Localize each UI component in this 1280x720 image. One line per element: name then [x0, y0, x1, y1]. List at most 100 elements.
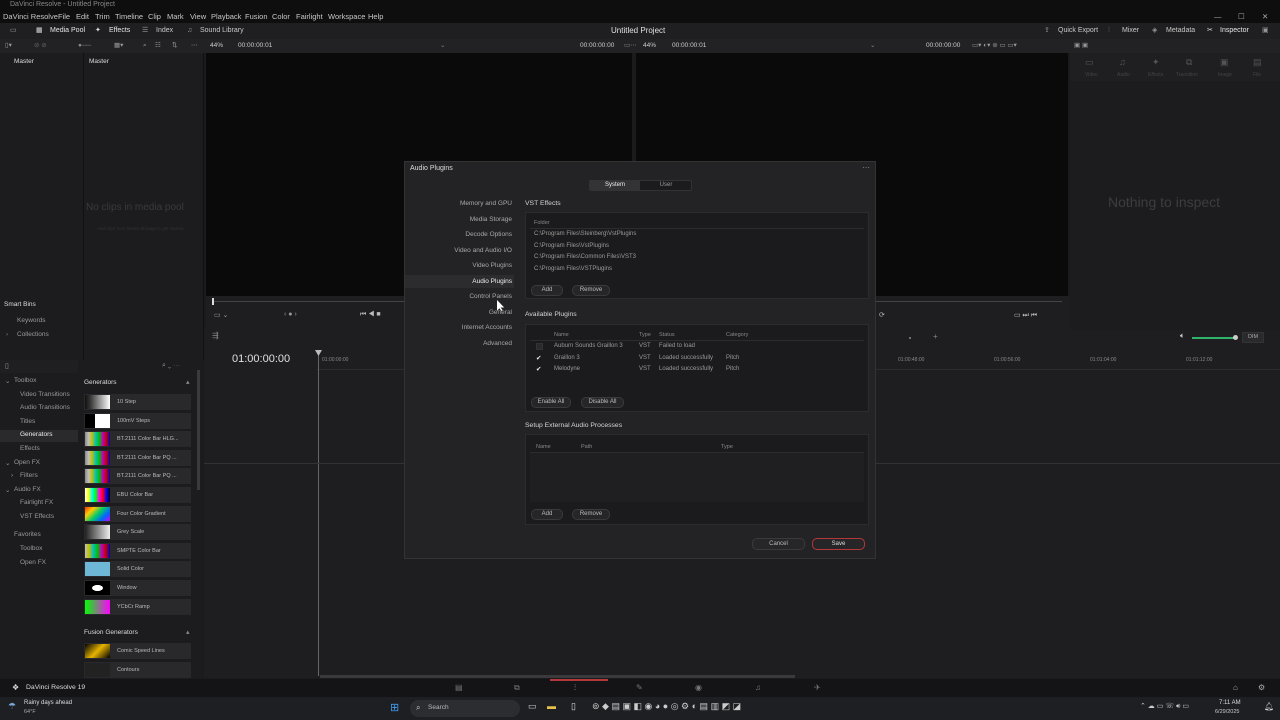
viewer-tools-icons[interactable]: ▭▾ ◐▾ ⊚ ▭ ▭▾: [972, 39, 1017, 53]
menu-playback[interactable]: Playback: [211, 10, 241, 23]
folder-path[interactable]: C:\Program Files\VSTPlugins: [534, 266, 612, 272]
sort-icon[interactable]: ⇅: [172, 39, 177, 53]
effects-tab-icon[interactable]: ✦: [1152, 57, 1160, 68]
add-external-button[interactable]: Add: [531, 509, 563, 520]
toolbox-item-vst-effects[interactable]: VST Effects: [20, 513, 54, 520]
chevron-right-icon[interactable]: ›: [6, 331, 8, 338]
save-button[interactable]: Save: [812, 538, 865, 550]
deliver-page-icon[interactable]: ✈: [814, 683, 821, 692]
generator-item[interactable]: YCbCr Ramp: [84, 598, 191, 615]
toolbox-item-audio-transitions[interactable]: Audio Transitions: [20, 404, 70, 411]
fairlight-page-icon[interactable]: ♫: [755, 683, 761, 692]
home-icon[interactable]: ⌂: [1233, 683, 1238, 692]
quick-export-button[interactable]: Quick Export: [1058, 23, 1098, 39]
folder-path[interactable]: C:\Program Files\Steinberg\VstPlugins: [534, 231, 636, 237]
search-icon[interactable]: ⌕: [143, 39, 147, 53]
remove-external-button[interactable]: Remove: [572, 509, 610, 520]
menu-help[interactable]: Help: [368, 10, 383, 23]
cancel-button[interactable]: Cancel: [752, 538, 805, 550]
generator-item[interactable]: Window: [84, 580, 191, 596]
weather-text[interactable]: Rainy days ahead: [24, 700, 72, 706]
toolbox-item-titles[interactable]: Titles: [20, 418, 35, 425]
remove-folder-button[interactable]: Remove: [572, 285, 610, 296]
windows-start-icon[interactable]: ⊞: [390, 701, 399, 714]
menu-workspace[interactable]: Workspace: [328, 10, 365, 23]
transition-tab-icon[interactable]: ⧉: [1186, 57, 1192, 68]
inspector-tab-image[interactable]: Image: [1218, 72, 1232, 78]
settings-gear-icon[interactable]: ⚙: [1258, 683, 1265, 692]
list-icon[interactable]: ☷: [155, 39, 161, 53]
media-pool-button[interactable]: Media Pool: [50, 23, 85, 39]
inspector-tab-effects[interactable]: Effects: [1148, 72, 1163, 78]
collapse-icon-2[interactable]: ▴: [186, 628, 190, 636]
master-bin[interactable]: Master: [14, 58, 34, 65]
more-icon[interactable]: ⋯: [191, 39, 198, 53]
toolbox-item-open-fx[interactable]: Open FX: [14, 459, 40, 466]
volume-knob[interactable]: [1233, 335, 1238, 340]
toolbox-item-toolbox[interactable]: Toolbox: [14, 377, 36, 384]
chevron-down-icon[interactable]: ⌄: [5, 486, 10, 494]
collections-bin[interactable]: Collections: [17, 331, 49, 338]
file-explorer-icon[interactable]: ▬: [547, 701, 556, 711]
panel-icon[interactable]: ▯▾: [5, 39, 12, 53]
toolbox-item-audio-fx[interactable]: Audio FX: [14, 486, 41, 493]
taskbar-search[interactable]: ⌕ Search: [410, 700, 520, 717]
menu-davinci-resolve[interactable]: DaVinci Resolve: [3, 10, 58, 23]
bins-toolbar-icons[interactable]: ⊘ ⊘: [34, 39, 47, 53]
timeline-options-icon[interactable]: ⇶: [212, 331, 219, 340]
playhead[interactable]: [318, 352, 319, 676]
layout-icon[interactable]: ▭: [10, 23, 17, 39]
color-page-icon[interactable]: ◉: [695, 683, 702, 692]
panel-toggle-icon[interactable]: ▣: [1262, 23, 1269, 39]
viewer-mode-icon[interactable]: ▭ ⌄: [214, 311, 228, 319]
image-tab-icon[interactable]: ▣: [1220, 57, 1229, 68]
playhead-left[interactable]: [212, 298, 214, 305]
search-icon-2[interactable]: ⌕ ⌄ ⋯: [162, 362, 180, 370]
effects-button[interactable]: Effects: [109, 23, 130, 39]
tab-system[interactable]: System: [590, 181, 640, 190]
menu-trim[interactable]: Trim: [95, 10, 110, 23]
fusion-page-icon[interactable]: ✎: [636, 683, 643, 692]
more-options-icon[interactable]: ⋯: [862, 163, 870, 172]
external-list[interactable]: [530, 452, 864, 502]
toolbox-item-fairlight-fx[interactable]: Fairlight FX: [20, 499, 53, 506]
task-view-icon[interactable]: ▭: [528, 701, 537, 712]
menu-view[interactable]: View: [190, 10, 206, 23]
disable-all-button[interactable]: Disable All: [581, 397, 624, 408]
speaker-icon[interactable]: 🔈︎: [1180, 331, 1185, 341]
tab-user[interactable]: User: [641, 181, 691, 190]
menu-edit[interactable]: Edit: [76, 10, 89, 23]
nav-audio-plugins[interactable]: Audio Plugins: [472, 278, 512, 285]
media-page-icon[interactable]: ▤: [455, 683, 463, 692]
favorites-label[interactable]: Favorites: [14, 531, 41, 538]
slider-dot-icon[interactable]: ●──: [78, 39, 91, 53]
checkbox-checked-icon[interactable]: ✔: [536, 366, 543, 373]
generator-item[interactable]: BT.2111 Color Bar PQ ...: [84, 468, 191, 485]
close-icon[interactable]: ✕: [1262, 10, 1268, 23]
menu-clip[interactable]: Clip: [148, 10, 161, 23]
inspector-tools-icons[interactable]: ▣ ▣: [1074, 39, 1088, 53]
nav-media-storage[interactable]: Media Storage: [470, 216, 512, 223]
generator-item[interactable]: 100mV Steps: [84, 412, 191, 429]
index-button[interactable]: Index: [156, 23, 173, 39]
add-folder-button[interactable]: Add: [531, 285, 563, 296]
metadata-button[interactable]: Metadata: [1166, 23, 1195, 39]
clock-time[interactable]: 7:11 AM: [1219, 700, 1241, 706]
notification-bell-icon[interactable]: 🔔︎: [1264, 702, 1274, 711]
collapse-icon[interactable]: ▴: [186, 378, 190, 386]
inspector-tab-file[interactable]: File: [1253, 72, 1261, 78]
inspector-tab-audio[interactable]: Audio: [1117, 72, 1130, 78]
dropdown-icon-2[interactable]: ⌄: [870, 39, 875, 53]
nav-decode-options[interactable]: Decode Options: [465, 231, 512, 238]
generator-item[interactable]: BT.2111 Color Bar HLG...: [84, 431, 191, 448]
favorite-item-toolbox[interactable]: Toolbox: [20, 545, 42, 552]
minimize-icon[interactable]: —: [1214, 10, 1222, 23]
maximize-icon[interactable]: ☐: [1238, 10, 1245, 23]
dim-button[interactable]: DIM: [1242, 332, 1264, 343]
menu-fairlight[interactable]: Fairlight: [296, 10, 323, 23]
generator-comic-speed-lines[interactable]: Comic Speed Lines: [84, 643, 191, 659]
clock-date[interactable]: 6/29/2025: [1215, 709, 1239, 715]
loop-icon[interactable]: ⟳: [879, 311, 885, 319]
generator-item[interactable]: BT.2111 Color Bar PQ ...: [84, 449, 191, 466]
transport-controls-icon[interactable]: ⏮ ◀ ■: [360, 311, 381, 319]
